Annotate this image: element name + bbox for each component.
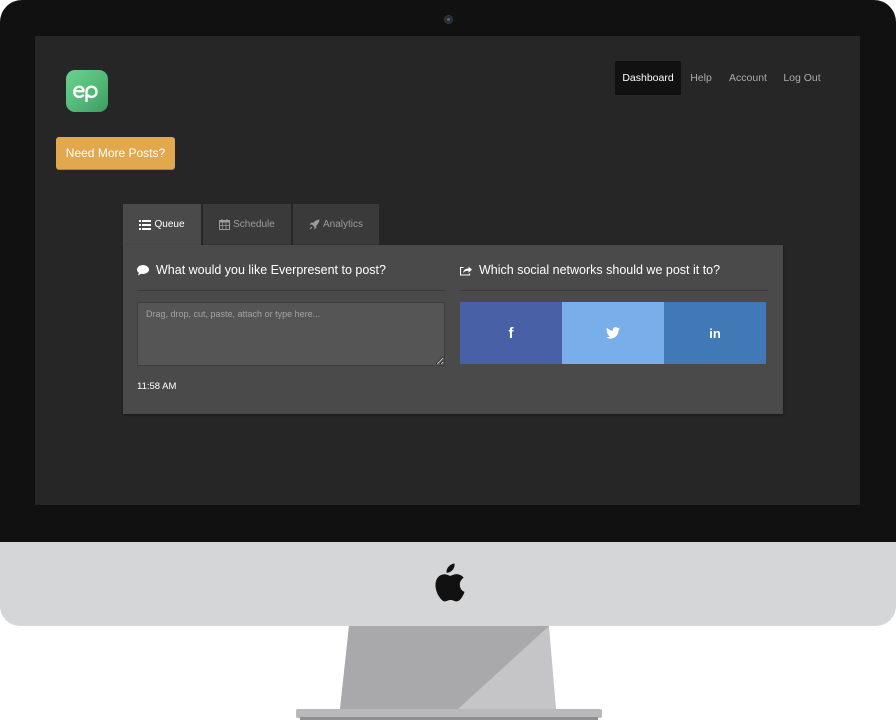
tab-queue[interactable]: Queue: [123, 204, 201, 245]
everpresent-logo[interactable]: [66, 70, 108, 112]
nav-account[interactable]: Account: [721, 61, 775, 95]
facebook-icon: f: [508, 324, 514, 342]
nav-dashboard[interactable]: Dashboard: [615, 61, 681, 95]
twitter-button[interactable]: [562, 302, 664, 364]
queue-panel: What would you like Everpresent to post?…: [123, 245, 783, 414]
networks-heading: Which social networks should we post it …: [460, 259, 768, 291]
tab-analytics-label: Analytics: [322, 219, 363, 230]
facebook-button[interactable]: f: [460, 302, 562, 364]
nav-help[interactable]: Help: [681, 61, 721, 95]
compose-heading: What would you like Everpresent to post?: [137, 259, 445, 291]
main-tabs: Queue Schedule Analytics: [123, 204, 381, 245]
apple-logo-icon: [435, 563, 465, 602]
post-time: 11:58 AM: [137, 381, 177, 392]
networks-heading-text: Which social networks should we post it …: [479, 263, 721, 277]
post-input[interactable]: [137, 302, 445, 366]
tab-queue-label: Queue: [154, 219, 185, 230]
list-icon: [139, 219, 152, 230]
top-nav: Dashboard Help Account Log Out: [615, 61, 829, 95]
share-icon: [460, 265, 472, 276]
linkedin-icon: in: [709, 325, 721, 341]
social-networks: f in: [460, 302, 766, 364]
speech-bubble-icon: [137, 264, 149, 276]
calendar-icon: [219, 219, 231, 230]
tab-schedule[interactable]: Schedule: [203, 204, 291, 245]
compose-heading-text: What would you like Everpresent to post?: [156, 263, 386, 277]
imac-monitor: Dashboard Help Account Log Out Need More…: [0, 0, 896, 723]
linkedin-button[interactable]: in: [664, 302, 766, 364]
camera-icon: [444, 15, 453, 24]
need-more-posts-button[interactable]: Need More Posts?: [56, 137, 175, 169]
app-screen: Dashboard Help Account Log Out Need More…: [35, 36, 860, 505]
rocket-icon: [309, 219, 320, 230]
ep-logo-icon: [73, 85, 98, 102]
tab-analytics[interactable]: Analytics: [293, 204, 379, 245]
tab-schedule-label: Schedule: [233, 219, 275, 230]
twitter-bird-icon: [606, 327, 620, 339]
monitor-stand: [296, 626, 602, 720]
nav-log-out[interactable]: Log Out: [775, 61, 829, 95]
